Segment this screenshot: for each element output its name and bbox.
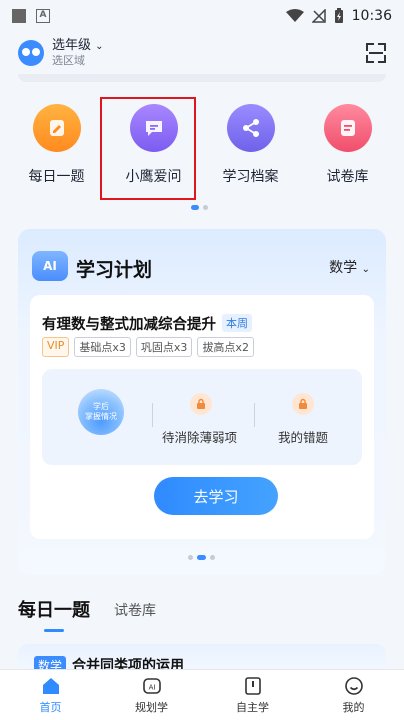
battery-icon <box>334 8 343 23</box>
share-nodes-icon <box>226 104 275 152</box>
a-icon: A <box>36 9 50 23</box>
ai-badge-icon: AI <box>32 251 68 281</box>
nav-label: 规划学 <box>135 700 168 714</box>
divider <box>254 403 255 427</box>
smile-icon <box>344 676 363 695</box>
nav-label: 自主学 <box>236 700 269 714</box>
quick-label: 试卷库 <box>326 169 369 185</box>
nav-me[interactable]: 我的 <box>319 676 389 715</box>
region-label[interactable]: 选区域 <box>52 54 104 68</box>
course-title: 有理数与整式加减综合提升 本周 <box>42 313 252 334</box>
owl-logo-icon[interactable] <box>18 40 44 66</box>
scan-icon[interactable] <box>366 43 386 63</box>
tag: 拔高点x2 <box>197 337 254 357</box>
nav-plan[interactable]: AI 规划学 <box>117 676 187 715</box>
tag-row: VIP 基础点x3 巩固点x3 拔高点x2 <box>42 337 254 357</box>
weak-items-link[interactable]: 待消除薄弱项 <box>162 427 237 446</box>
globe-text: 掌握情况 <box>85 412 117 421</box>
banner-edge <box>18 74 386 82</box>
status-bar: A 10:36 <box>0 0 404 32</box>
tab-daily-question[interactable]: 每日一题 <box>18 596 90 632</box>
nav-self-study[interactable]: 自主学 <box>218 676 288 715</box>
wifi-icon <box>285 9 304 22</box>
notification-square-icon <box>12 9 26 23</box>
daily-tabs: 每日一题 试卷库 <box>18 596 156 632</box>
no-signal-icon <box>311 9 326 23</box>
plan-pager <box>188 555 215 560</box>
highlight-box <box>100 97 196 200</box>
svg-text:AI: AI <box>148 683 155 691</box>
quick-study-archive[interactable]: 学习档案 <box>211 104 291 186</box>
quick-daily-question[interactable]: 每日一题 <box>17 104 97 186</box>
stats-panel: 学后 掌握情况 待消除薄弱项 我的错题 <box>42 369 362 465</box>
quick-pager <box>191 205 208 210</box>
quick-label: 每日一题 <box>28 169 85 185</box>
home-icon <box>42 677 59 694</box>
grade-label[interactable]: 选年级 <box>52 38 91 53</box>
lock-icon <box>292 393 314 415</box>
book-icon <box>244 676 261 695</box>
week-tag: 本周 <box>222 314 252 332</box>
mastery-globe[interactable]: 学后 掌握情况 <box>78 389 124 435</box>
my-mistakes-link[interactable]: 我的错题 <box>278 427 328 446</box>
pencil-icon <box>32 104 81 152</box>
header: 选年级 ⌄ 选区域 <box>0 32 404 74</box>
lock-icon <box>190 393 212 415</box>
chevron-down-icon: ⌄ <box>361 264 370 275</box>
vip-tag: VIP <box>42 337 70 357</box>
subject-selector[interactable]: 数学 ⌄ <box>329 257 370 277</box>
quick-entry-row: 每日一题 小鹰爱问 学习档案 试卷库 <box>0 104 404 186</box>
quick-label: 学习档案 <box>222 169 279 185</box>
chevron-down-icon: ⌄ <box>95 41 104 52</box>
course-name: 有理数与整式加减综合提升 <box>42 317 216 333</box>
grade-region-selector[interactable]: 选年级 ⌄ 选区域 <box>52 38 104 68</box>
divider <box>152 403 153 427</box>
document-icon <box>323 104 372 152</box>
ai-plan-icon: AI <box>142 677 161 694</box>
tag: 巩固点x3 <box>135 337 193 357</box>
tab-exam-library[interactable]: 试卷库 <box>114 600 156 622</box>
study-plan-card: AI 学习计划 数学 ⌄ 有理数与整式加减综合提升 本周 VIP 基础点x3 巩固… <box>18 229 386 575</box>
nav-home[interactable]: 首页 <box>16 676 86 715</box>
quick-exam-library[interactable]: 试卷库 <box>308 104 388 186</box>
nav-label: 我的 <box>342 700 365 714</box>
nav-label: 首页 <box>39 700 62 714</box>
subject-label: 数学 <box>329 260 358 276</box>
plan-title: 学习计划 <box>76 259 153 281</box>
tag: 基础点x3 <box>74 337 131 357</box>
clock: 10:36 <box>351 8 392 24</box>
bottom-nav: 首页 AI 规划学 自主学 我的 <box>0 669 404 720</box>
globe-text: 学后 <box>93 402 109 411</box>
plan-course-card: 有理数与整式加减综合提升 本周 VIP 基础点x3 巩固点x3 拔高点x2 学后掌… <box>30 295 374 539</box>
go-study-button[interactable]: 去学习 <box>154 477 278 515</box>
